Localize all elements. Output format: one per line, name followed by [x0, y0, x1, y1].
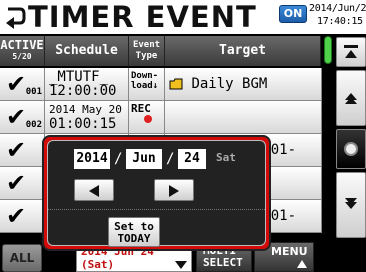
active-checkbox[interactable]: ✔ 002 — [0, 101, 45, 134]
column-header-active: ACTIVE 5/20 — [0, 36, 45, 66]
dialog-divider — [48, 209, 265, 210]
event-type-text: REC — [131, 102, 151, 115]
checkmark-icon: ✔ — [6, 70, 27, 98]
skip-to-top-icon — [344, 45, 358, 58]
event-type-text-2-label: load — [131, 81, 153, 91]
checkmark-icon: ✔ — [6, 202, 27, 230]
select-knob-button[interactable] — [336, 129, 366, 169]
event-type-text-2: load↓ — [131, 81, 164, 91]
set-to-today-button[interactable]: Set to TODAY — [108, 217, 160, 247]
active-checkbox[interactable]: ✔ — [0, 167, 45, 200]
clock-time: 17:40:15 — [317, 16, 363, 27]
checkmark-icon: ✔ — [6, 169, 27, 197]
event-type-cell: Down- load↓ — [129, 68, 165, 101]
page-title: TIMER EVENT — [28, 0, 257, 34]
all-button[interactable]: ALL — [2, 244, 42, 272]
column-header-schedule: Schedule — [45, 36, 129, 66]
timer-on-badge: ON — [279, 5, 307, 23]
event-type-line1: Event — [132, 40, 161, 50]
event-type-text: Down- — [131, 71, 159, 81]
date-separator: / — [114, 151, 123, 167]
month-field[interactable]: Jun — [126, 149, 162, 169]
back-button[interactable] — [4, 5, 26, 29]
day-field[interactable]: 24 — [178, 149, 206, 169]
active-checkbox[interactable]: ✔ 001 — [0, 68, 45, 101]
schedule-time: 12:00:00 — [49, 83, 117, 99]
event-type-line2: Type — [135, 51, 158, 61]
date-picker-dialog: 2014 / Jun / 24 Sat Set to TODAY — [42, 135, 271, 251]
page-up-button[interactable] — [336, 70, 366, 126]
folder-icon — [169, 78, 183, 90]
chevron-down-icon — [345, 198, 357, 209]
download-icon: ↓ — [152, 81, 159, 91]
page-top-button[interactable] — [336, 37, 366, 67]
record-icon — [144, 115, 152, 123]
event-number: 001 — [25, 87, 42, 97]
date-separator: / — [166, 151, 175, 167]
checkmark-icon: ✔ — [6, 103, 27, 131]
triangle-left-icon — [89, 185, 99, 197]
column-header-event-type: Event Type — [129, 36, 165, 66]
date-picker-panel: 2014 / Jun / 24 Sat Set to TODAY — [47, 140, 266, 247]
column-active-label: ACTIVE — [0, 38, 44, 52]
triangle-up-icon — [297, 260, 307, 268]
set-today-line2: TODAY — [117, 232, 151, 245]
clock: 2014/Jun/24 17:40:15 — [309, 2, 366, 28]
active-count: 5/20 — [12, 52, 32, 61]
schedule-date: 2014 May 20 — [49, 103, 122, 116]
return-arrow-icon — [6, 7, 26, 29]
previous-button[interactable] — [74, 179, 114, 201]
schedule-cell: 2014 May 20 01:00:15 — [45, 101, 129, 134]
year-field[interactable]: 2014 — [74, 149, 110, 169]
schedule-days: _MTUTF_ — [49, 69, 109, 85]
column-header-target: Target — [165, 36, 321, 66]
menu-label: MENU — [271, 245, 308, 258]
weekday-label: Sat — [216, 151, 236, 164]
event-number: 002 — [25, 120, 42, 130]
target-cell — [165, 101, 322, 134]
triangle-right-icon — [169, 185, 179, 197]
schedule-cell: _MTUTF_ 12:00:00 — [45, 68, 129, 101]
active-checkbox[interactable]: ✔ — [0, 134, 45, 167]
dropdown-arrow-icon — [175, 261, 187, 269]
title-bar: TIMER EVENT ON 2014/Jun/24 17:40:15 — [0, 0, 366, 34]
clock-date: 2014/Jun/24 — [309, 3, 366, 14]
knob-icon — [344, 142, 358, 156]
target-name: Daily BGM — [191, 76, 268, 92]
event-type-cell: REC — [129, 101, 165, 134]
scrollbar-thumb[interactable] — [324, 36, 332, 64]
table-row[interactable]: ✔ 001 _MTUTF_ 12:00:00 Down- load↓ Daily… — [0, 68, 322, 101]
checkmark-icon: ✔ — [6, 136, 27, 164]
chevron-up-icon — [345, 93, 357, 104]
multi-label-line2: SELECT — [203, 256, 243, 269]
schedule-time: 01:00:15 — [49, 116, 117, 132]
active-checkbox[interactable]: ✔ — [0, 200, 45, 233]
target-cell: Daily BGM — [165, 68, 322, 101]
next-button[interactable] — [154, 179, 194, 201]
page-down-button[interactable] — [336, 172, 366, 238]
table-row[interactable]: ✔ 002 2014 May 20 01:00:15 REC — [0, 101, 322, 134]
